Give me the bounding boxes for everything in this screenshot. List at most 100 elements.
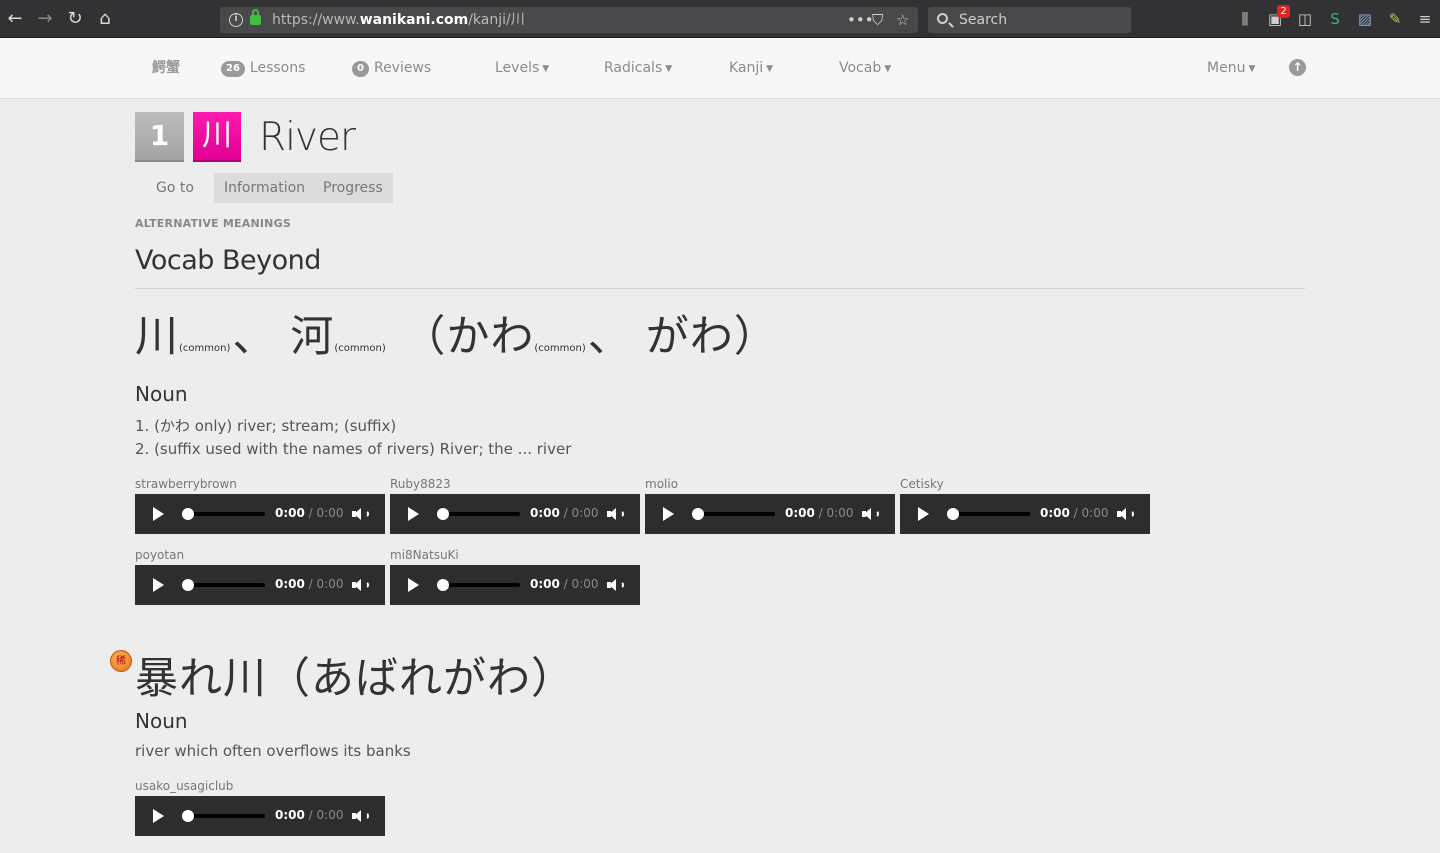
seek-slider[interactable] [440, 583, 520, 587]
nav-vocab[interactable]: Vocab ▼ [839, 58, 891, 78]
volume-icon[interactable] [352, 809, 370, 823]
audio-player: 0:00 / 0:00 [900, 494, 1150, 534]
duration: 0:00 [1081, 506, 1109, 520]
play-icon[interactable] [663, 507, 674, 521]
audio-time: 0:00 / 0:00 [275, 577, 344, 591]
rare-word-icon: 稀 [110, 650, 132, 672]
audio-player: 0:00 / 0:00 [135, 565, 385, 605]
sidebar-icon[interactable]: ◫ [1295, 9, 1315, 29]
seek-slider[interactable] [950, 512, 1030, 516]
chevron-down-icon: ▼ [884, 64, 892, 74]
nav-menu[interactable]: Menu ▼ [1207, 58, 1255, 78]
back-icon[interactable]: ← [4, 8, 26, 30]
play-icon[interactable] [918, 507, 929, 521]
nav-kanji-label: Kanji [729, 60, 764, 76]
seek-slider[interactable] [440, 512, 520, 516]
nav-vocab-label: Vocab [839, 60, 882, 76]
seek-slider[interactable] [185, 512, 265, 516]
nav-lessons[interactable]: 26 Lessons [221, 58, 305, 78]
audio-item: usako_usagiclub 0:00 / 0:00 [135, 779, 385, 836]
chevron-down-icon: ▼ [665, 64, 673, 74]
part-of-speech: Noun [135, 382, 188, 406]
library-icon[interactable]: ⫼ [1235, 9, 1255, 29]
chevron-down-icon: ▼ [766, 64, 774, 74]
play-icon[interactable] [153, 578, 164, 592]
page-title: River [259, 115, 356, 160]
s-extension-icon[interactable]: S [1325, 9, 1345, 29]
current-time: 0:00 [275, 577, 305, 591]
audio-user: strawberrybrown [135, 477, 237, 491]
section-label: ALTERNATIVE MEANINGS [135, 217, 291, 230]
lessons-count-badge: 26 [221, 61, 245, 77]
home-icon[interactable]: ⌂ [94, 8, 116, 30]
audio-time: 0:00 / 0:00 [275, 506, 344, 520]
pocket-icon[interactable]: ⛉ [872, 7, 883, 33]
headword-part: 、 [587, 312, 632, 362]
url-prefix: https://www. [272, 12, 360, 28]
info-icon[interactable]: i [229, 13, 243, 27]
headword-part: 川 [135, 312, 179, 362]
seek-slider[interactable] [185, 814, 265, 818]
bookmark-star-icon[interactable]: ☆ [896, 7, 909, 33]
kanji-character: 川 [193, 112, 241, 160]
duration: 0:00 [826, 506, 854, 520]
volume-icon[interactable] [607, 507, 625, 521]
current-time: 0:00 [530, 577, 560, 591]
seek-slider[interactable] [695, 512, 775, 516]
search-input[interactable]: Search [928, 7, 1131, 33]
play-icon[interactable] [408, 507, 419, 521]
volume-icon[interactable] [862, 507, 880, 521]
chevron-down-icon: ▼ [1248, 64, 1256, 74]
forward-icon[interactable]: → [34, 8, 56, 30]
seek-thumb[interactable] [182, 810, 194, 822]
audio-item: Cetisky 0:00 / 0:00 [900, 477, 1150, 534]
subtab-progress[interactable]: Progress [313, 173, 393, 203]
pen-icon[interactable]: ✎ [1385, 9, 1405, 29]
definition: 2. (suffix used with the names of rivers… [135, 440, 572, 458]
current-time: 0:00 [530, 506, 560, 520]
volume-icon[interactable] [1117, 507, 1135, 521]
level-badge[interactable]: 1 [135, 112, 184, 160]
seek-thumb[interactable] [437, 579, 449, 591]
volume-icon[interactable] [352, 507, 370, 521]
scroll-up-icon[interactable]: ↑ [1289, 59, 1306, 76]
seek-slider[interactable] [185, 583, 265, 587]
subtab-information[interactable]: Information [214, 173, 316, 203]
volume-icon[interactable] [352, 578, 370, 592]
hamburger-menu-icon[interactable]: ≡ [1415, 9, 1435, 29]
audio-user: Cetisky [900, 477, 944, 491]
seek-thumb[interactable] [947, 508, 959, 520]
subtab-goto: Go to [156, 180, 194, 196]
headword-part: （かわ [387, 312, 535, 362]
play-icon[interactable] [153, 809, 164, 823]
seek-thumb[interactable] [692, 508, 704, 520]
browser-toolbar: ← → ↻ ⌂ i https://www.wanikani.com/kanji… [0, 0, 1440, 38]
entry-headword: 暴れ川（あばれがわ） [135, 654, 575, 704]
audio-user: mi8NatsuKi [390, 548, 459, 562]
seek-thumb[interactable] [437, 508, 449, 520]
nav-reviews[interactable]: 0 Reviews [352, 58, 431, 78]
current-time: 0:00 [275, 808, 305, 822]
audio-player: 0:00 / 0:00 [135, 494, 385, 534]
audio-time: 0:00 / 0:00 [530, 506, 599, 520]
play-icon[interactable] [408, 578, 419, 592]
audio-item: strawberrybrown 0:00 / 0:00 [135, 477, 385, 534]
seek-thumb[interactable] [182, 508, 194, 520]
volume-icon[interactable] [607, 578, 625, 592]
definition: 1. (かわ only) river; stream; (suffix) [135, 417, 397, 435]
site-logo[interactable]: 鰐蟹 [152, 58, 180, 78]
nav-radicals[interactable]: Radicals ▼ [604, 58, 672, 78]
audio-time: 0:00 / 0:00 [530, 577, 599, 591]
headword-part: 河 [290, 312, 335, 362]
screenshot-icon[interactable]: ▨ [1355, 9, 1375, 29]
reload-icon[interactable]: ↻ [64, 8, 86, 30]
nav-kanji[interactable]: Kanji ▼ [729, 58, 773, 78]
more-icon[interactable]: ••• [847, 7, 874, 33]
nav-levels[interactable]: Levels ▼ [495, 58, 549, 78]
definition: river which often overflows its banks [135, 742, 411, 760]
seek-thumb[interactable] [182, 579, 194, 591]
audio-time: 0:00 / 0:00 [1040, 506, 1109, 520]
notification-badge: 2 [1277, 5, 1290, 18]
url-bar[interactable]: i https://www.wanikani.com/kanji/川 ••• ⛉… [220, 7, 918, 33]
play-icon[interactable] [153, 507, 164, 521]
